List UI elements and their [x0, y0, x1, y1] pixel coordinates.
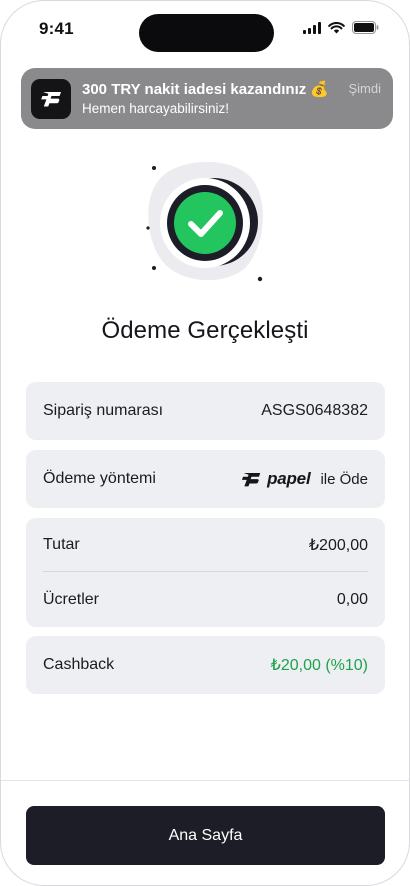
- papel-logo-icon: [242, 472, 261, 486]
- papel-logo: papel: [239, 469, 311, 489]
- notification-time: Şimdi: [348, 81, 381, 96]
- fees-value: 0,00: [336, 590, 368, 608]
- total-value: ₺200,00: [308, 536, 368, 554]
- notification-body: Hemen harcayabilirsiniz!: [82, 101, 230, 116]
- cashback-value: ₺20,00 (%10): [270, 657, 368, 674]
- success-check-icon: [146, 161, 263, 282]
- footer-divider: [1, 780, 409, 781]
- amount-card: Tutar ₺200,00 Ücretler 0,00: [26, 518, 385, 627]
- order-number-value: ASGS0648382: [261, 402, 368, 419]
- page-title: Ödeme Gerçekleşti: [101, 317, 309, 344]
- payment-method-label: Ödeme yöntemi: [43, 470, 156, 487]
- fees-label: Ücretler: [43, 590, 100, 608]
- dynamic-island: [139, 14, 274, 52]
- status-icons: [303, 21, 379, 34]
- status-time: 9:41: [39, 19, 74, 38]
- order-number-card: Sipariş numarası ASGS0648382: [26, 382, 385, 440]
- papel-app-icon: [31, 79, 71, 119]
- push-notification[interactable]: 300 TRY nakit iadesi kazandınız 💰 Şimdi …: [21, 68, 393, 129]
- payment-method-card: Ödeme yöntemi papel ile Öde: [26, 450, 385, 508]
- notification-title: 300 TRY nakit iadesi kazandınız 💰: [82, 81, 330, 98]
- wifi-icon: [328, 21, 345, 34]
- phone-screen: 9:41 300 TRY nakit iadesi kazandınız 💰 Ş…: [0, 0, 410, 886]
- cellular-signal-icon: [303, 21, 321, 34]
- total-label: Tutar: [43, 535, 80, 553]
- status-bar: 9:41: [1, 1, 409, 57]
- battery-icon: [352, 21, 379, 34]
- payment-method-value: papel ile Öde: [239, 469, 368, 489]
- success-illustration: [1, 151, 409, 286]
- cashback-card: Cashback ₺20,00 (%10): [26, 636, 385, 694]
- home-button[interactable]: Ana Sayfa: [26, 806, 385, 865]
- order-number-label: Sipariş numarası: [43, 402, 164, 419]
- payment-method-suffix: ile Öde: [320, 470, 368, 488]
- papel-brand-name: papel: [267, 469, 311, 488]
- cashback-label: Cashback: [43, 656, 115, 673]
